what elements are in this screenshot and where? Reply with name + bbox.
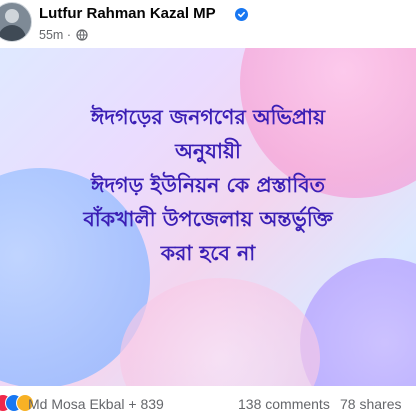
author-avatar[interactable]	[0, 2, 32, 42]
post-text-line: বাঁকখালী উপজেলায় অন্তর্ভুক্তি	[83, 207, 333, 231]
meta-separator: ·	[66, 28, 71, 42]
bg-blob-light-pink	[120, 278, 320, 386]
verified-badge-icon	[235, 8, 248, 21]
post-header: Lutfur Rahman Kazal MP 55m ·	[0, 0, 416, 50]
author-name[interactable]: Lutfur Rahman Kazal MP	[39, 5, 216, 22]
post-footer: Md Mosa Ekbal + 839 138 comments 78 shar…	[0, 386, 416, 418]
post-text-line: ঈদগড় ইউনিয়ন কে প্রস্তাবিত	[91, 173, 325, 197]
post-text-line: অনুযায়ী	[175, 139, 241, 163]
post-background-card[interactable]: ঈদগড়ের জনগণের অভিপ্রায় অনুযায়ী ঈদগড় …	[0, 48, 416, 386]
avatar-body	[0, 25, 26, 41]
post-text: ঈদগড়ের জনগণের অভিপ্রায় অনুযায়ী ঈদগড় …	[0, 100, 416, 270]
reactors-summary[interactable]: Md Mosa Ekbal + 839	[28, 396, 164, 412]
post-time[interactable]: 55m	[39, 28, 63, 42]
post-text-line: করা হবে না	[160, 241, 256, 265]
shares-count[interactable]: 78 shares	[340, 396, 401, 412]
comments-count[interactable]: 138 comments	[238, 396, 330, 412]
avatar-head	[5, 9, 19, 23]
post-text-line: ঈদগড়ের জনগণের অভিপ্রায়	[90, 105, 326, 129]
post-meta: 55m ·	[39, 28, 89, 44]
globe-icon[interactable]	[76, 29, 89, 44]
reaction-icons[interactable]	[0, 394, 34, 412]
